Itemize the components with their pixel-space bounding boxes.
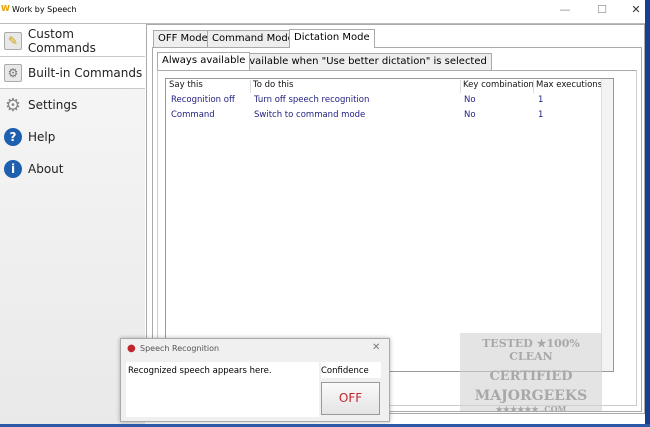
title-bar: W Work by Speech — ☐ ✕	[0, 0, 645, 24]
gear-icon: ⚙	[4, 94, 22, 116]
cell-max-executions: 1	[538, 110, 544, 120]
close-button[interactable]: ✕	[626, 3, 646, 16]
tab-dictation-mode[interactable]: Dictation Mode	[289, 29, 375, 48]
tab-better-dictation[interactable]: Available when "Use better dictation" is…	[238, 53, 492, 71]
speech-recognition-dialog: ● Speech Recognition ✕ Recognized speech…	[120, 338, 390, 422]
document-gear-icon: ⚙	[4, 63, 22, 82]
column-header-say-this[interactable]: Say this	[167, 80, 203, 93]
window-title: Work by Speech	[12, 5, 77, 14]
app-logo-icon: W	[1, 4, 10, 13]
notepad-pencil-icon: ✎	[4, 31, 22, 50]
sidebar-item-settings[interactable]: ⚙ Settings	[0, 89, 145, 121]
sidebar-item-label: Built-in Commands	[28, 65, 143, 80]
microphone-icon: ●	[127, 343, 136, 354]
sidebar-item-about[interactable]: i About	[0, 153, 145, 185]
cell-key-combination: No	[464, 110, 476, 120]
cell-max-executions: 1	[538, 95, 544, 105]
sidebar-item-label: Settings	[28, 98, 78, 112]
majorgeeks-watermark: TESTED ★100% CLEAN CERTIFIED MAJORGEEKS …	[460, 333, 602, 414]
cell-to-do-this: Switch to command mode	[254, 110, 366, 120]
cell-say-this: Command	[171, 110, 215, 120]
tab-off-mode[interactable]: OFF Mode	[153, 30, 213, 48]
recognition-toggle-button[interactable]: OFF	[321, 382, 380, 415]
confidence-label: Confidence	[321, 362, 381, 378]
commands-list[interactable]: Say this To do this Key combination Max …	[165, 78, 614, 372]
recognized-speech-text: Recognized speech appears here.	[126, 362, 319, 417]
cell-say-this: Recognition off	[171, 95, 235, 105]
tab-always-available[interactable]: Always available	[157, 52, 251, 71]
sidebar-item-custom-commands[interactable]: ✎ Custom Commands	[0, 25, 145, 57]
sidebar-item-label: Help	[28, 130, 56, 144]
maximize-button[interactable]: ☐	[592, 3, 612, 16]
sidebar-item-help[interactable]: ? Help	[0, 121, 145, 153]
minimize-button[interactable]: —	[555, 3, 575, 16]
sidebar-item-label: About	[28, 162, 64, 176]
sidebar-item-built-in-commands[interactable]: ⚙ Built-in Commands	[0, 57, 145, 89]
column-header-to-do-this[interactable]: To do this	[250, 80, 460, 93]
vertical-scrollbar[interactable]	[601, 79, 613, 371]
cell-to-do-this: Turn off speech recognition	[254, 95, 370, 105]
dialog-title: Speech Recognition	[140, 344, 220, 353]
info-icon: i	[4, 160, 22, 178]
dialog-close-button[interactable]: ✕	[372, 342, 380, 353]
column-header-max-executions[interactable]: Max executions	[533, 80, 602, 93]
cell-key-combination: No	[464, 95, 476, 105]
column-header-key-combination[interactable]: Key combination	[460, 80, 534, 93]
tab-command-mode[interactable]: Command Mode	[207, 30, 299, 48]
sidebar-item-label: Custom Commands	[27, 26, 96, 55]
desktop-edge	[645, 0, 650, 427]
help-icon: ?	[4, 128, 22, 146]
